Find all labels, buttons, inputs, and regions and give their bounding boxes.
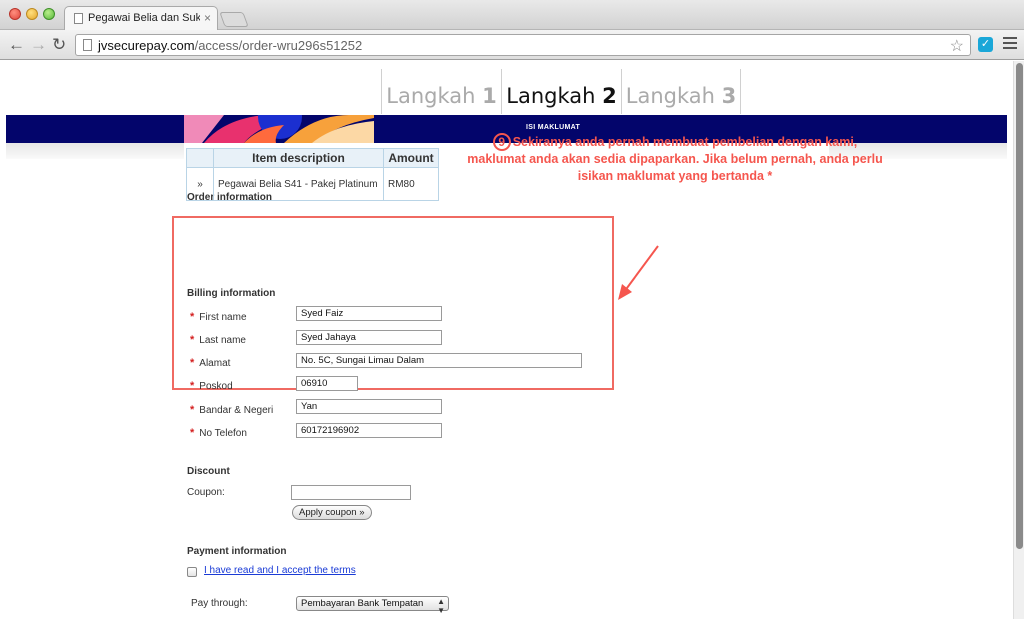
alamat-field[interactable]: No. 5C, Sungai Limau Dalam — [296, 353, 582, 368]
billing-information-title: Billing information — [187, 288, 276, 299]
minimize-window-button[interactable] — [26, 8, 38, 20]
pay-through-value: Pembayaran Bank Tempatan — [301, 598, 424, 609]
vertical-scrollbar[interactable] — [1013, 61, 1024, 619]
close-tab-icon[interactable]: × — [204, 11, 211, 25]
last-name-label: * Last name — [190, 334, 246, 346]
browser-titlebar: Pegawai Belia dan Sukan - × — [0, 0, 1024, 31]
pay-through-label: Pay through: — [191, 598, 248, 609]
browser-toolbar: ← → ↻ jvsecurepay.com/access/order-wru29… — [0, 30, 1024, 60]
zoom-window-button[interactable] — [43, 8, 55, 20]
browser-tab[interactable]: Pegawai Belia dan Sukan - × — [64, 6, 218, 31]
page-icon — [83, 39, 92, 51]
scrollbar-thumb[interactable] — [1016, 63, 1023, 549]
new-tab-button[interactable] — [219, 12, 249, 27]
item-description-cell: Pegawai Belia S41 - Pakej Platinum — [213, 167, 384, 201]
coupon-input[interactable] — [291, 485, 411, 500]
page-icon — [74, 13, 83, 24]
bandar-negeri-label: * Bandar & Negeri — [190, 404, 274, 416]
no-telefon-label: * No Telefon — [190, 427, 247, 439]
extension-icon[interactable]: ✓ — [978, 37, 993, 52]
step-3: Langkah 3 — [621, 69, 741, 114]
no-telefon-field[interactable]: 60172196902 — [296, 423, 442, 438]
item-description-header: Item description — [213, 148, 384, 168]
discount-title: Discount — [187, 466, 230, 477]
apply-coupon-button[interactable]: Apply coupon » — [292, 505, 372, 520]
bandar-negeri-field[interactable]: Yan — [296, 399, 442, 414]
amount-header: Amount — [383, 148, 439, 168]
annotation-text: Sekiranya anda pernah membuat pembelian … — [467, 135, 883, 183]
last-name-field[interactable]: Syed Jahaya — [296, 330, 442, 345]
close-window-button[interactable] — [9, 8, 21, 20]
select-arrows-icon: ▲ ▼ — [437, 597, 445, 615]
poskod-field[interactable]: 06910 — [296, 376, 358, 391]
back-arrow-icon[interactable]: ← — [8, 35, 25, 55]
step-indicator: Langkah 1 Langkah 2 Langkah 3 — [381, 69, 741, 114]
step-1: Langkah 1 — [381, 69, 501, 114]
reload-icon[interactable]: ↻ — [52, 35, 66, 55]
browser-menu-icon[interactable] — [1003, 37, 1017, 52]
accept-terms-checkbox[interactable] — [187, 567, 197, 577]
step-2: Langkah 2 — [501, 69, 621, 114]
tab-title: Pegawai Belia dan Sukan - — [88, 12, 200, 24]
order-table: Item description Amount » Pegawai Belia … — [186, 148, 439, 201]
annotation-arrow-icon — [618, 245, 659, 300]
item-amount-cell: RM80 — [383, 167, 439, 201]
bullet-column-header — [186, 148, 214, 168]
table-row: » Pegawai Belia S41 - Pakej Platinum RM8… — [186, 167, 439, 201]
annotation-number: 9 — [492, 133, 511, 151]
forward-arrow-icon[interactable]: → — [30, 35, 47, 55]
first-name-label: * First name — [190, 311, 247, 323]
address-bar[interactable]: jvsecurepay.com/access/order-wru296s5125… — [75, 34, 971, 56]
banner-label: ISI MAKLUMAT — [526, 124, 581, 131]
coupon-label: Coupon: — [187, 487, 225, 498]
alamat-label: * Alamat — [190, 357, 231, 369]
accept-terms-link[interactable]: I have read and I accept the terms — [204, 565, 356, 576]
first-name-field[interactable]: Syed Faiz — [296, 306, 442, 321]
pay-through-select[interactable]: Pembayaran Bank Tempatan ▲ ▼ — [296, 596, 449, 615]
bookmark-star-icon[interactable]: ☆ — [950, 36, 964, 56]
annotation-callout: 9 Sekiranya anda pernah membuat pembelian… — [465, 133, 885, 185]
row-bullet: » — [186, 167, 214, 201]
banner-artwork — [184, 115, 374, 143]
payment-information-title: Payment information — [187, 546, 287, 557]
banner-shadow-left — [6, 143, 184, 159]
poskod-label: * Poskod — [190, 380, 233, 392]
url-text[interactable]: jvsecurepay.com/access/order-wru296s5125… — [98, 38, 362, 53]
